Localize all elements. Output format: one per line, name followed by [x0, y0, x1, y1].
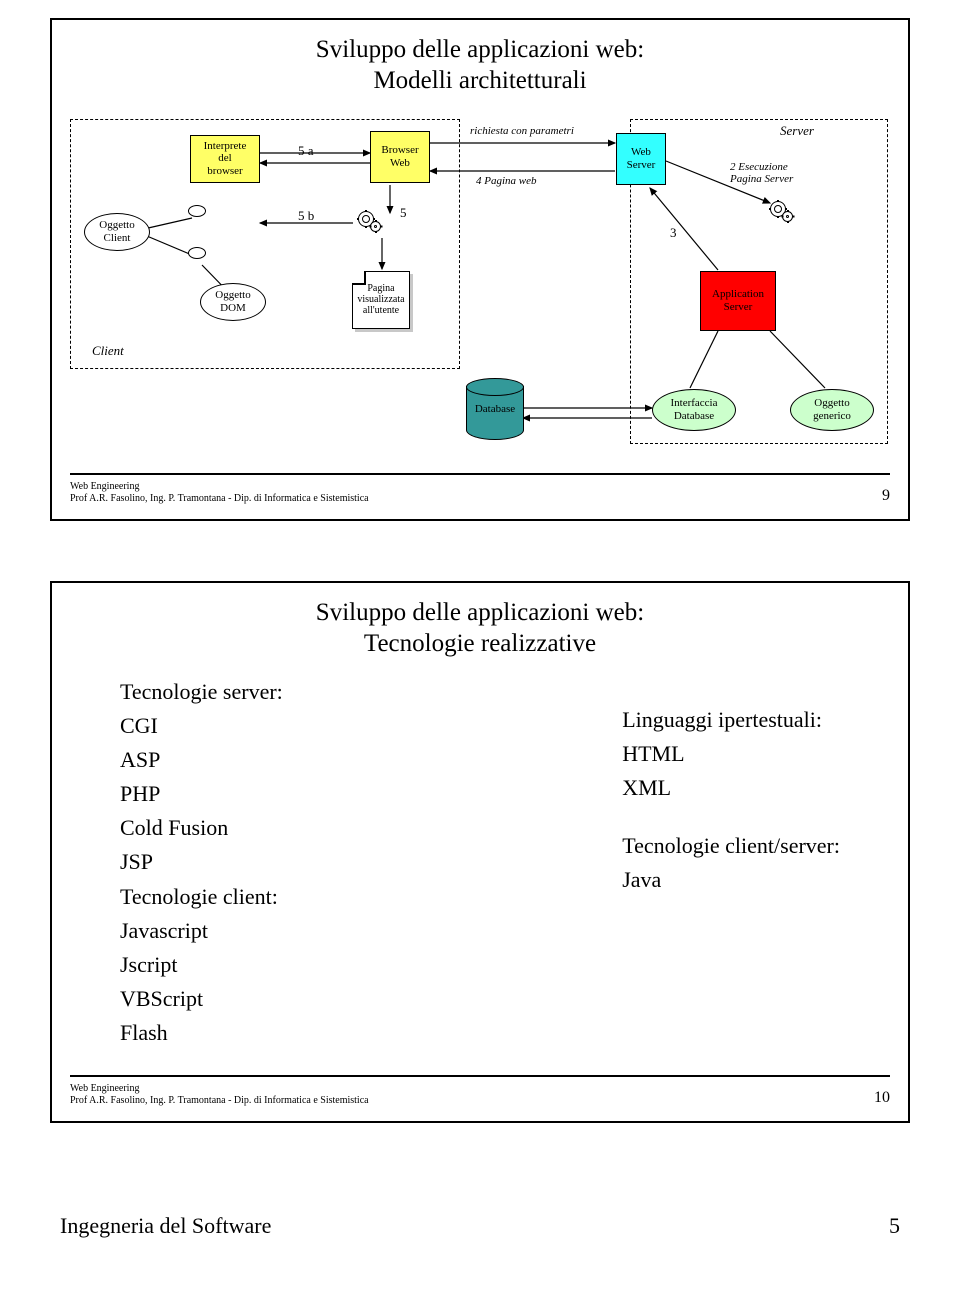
browser-web-box: Browser Web [370, 131, 430, 183]
lang-item: HTML [622, 737, 840, 771]
footer-text-2: Prof A.R. Fasolino, Ing. P. Tramontana -… [70, 1095, 369, 1107]
slide-2: Sviluppo delle applicazioni web: Tecnolo… [50, 581, 910, 1124]
client-item: Jscript [120, 948, 283, 982]
database-icon: Database [466, 378, 524, 440]
lang-item: XML [622, 771, 840, 805]
client-tech-heading: Tecnologie client: [120, 880, 283, 914]
label-5: 5 [400, 205, 407, 221]
interprete-browser-box: Interprete del browser [190, 135, 260, 183]
slide1-title: Sviluppo delle applicazioni web: Modelli… [70, 34, 890, 97]
slide2-footer: Web Engineering Prof A.R. Fasolino, Ing.… [70, 1083, 890, 1107]
server-item: CGI [120, 709, 283, 743]
slide2-body: Tecnologie server: CGI ASP PHP Cold Fusi… [70, 675, 890, 1065]
slide-1: Sviluppo delle applicazioni web: Modelli… [50, 18, 910, 521]
client-label: Client [92, 343, 124, 359]
slide1-footer: Web Engineering Prof A.R. Fasolino, Ing.… [70, 481, 890, 505]
title-line-1: Sviluppo delle applicazioni web: [316, 36, 644, 63]
langs-heading: Linguaggi ipertestuali: [622, 703, 840, 737]
label-5a: 5 a [298, 143, 314, 159]
gears-icon-right [770, 201, 798, 223]
database-label: Database [475, 403, 515, 415]
server-item: ASP [120, 743, 283, 777]
footer-text-1: Web Engineering [70, 1083, 369, 1095]
client-item: VBScript [120, 982, 283, 1016]
cs-heading: Tecnologie client/server: [622, 829, 840, 863]
page-footer: Ingegneria del Software 5 [30, 1183, 930, 1239]
footer-text-2: Prof A.R. Fasolino, Ing. P. Tramontana -… [70, 493, 369, 505]
cs-item: Java [622, 863, 840, 897]
oggetto-dom-ellipse: Oggetto DOM [200, 283, 266, 321]
pagina-visualizzata-doc: Pagina visualizzata all'utente [352, 271, 410, 329]
interfaccia-db-ellipse: Interfaccia Database [652, 389, 736, 431]
interprete-sm-ellipse-2 [188, 247, 206, 259]
label-5b: 5 b [298, 208, 314, 224]
right-column: Linguaggi ipertestuali: HTML XML Tecnolo… [622, 675, 840, 1055]
page-footer-right: 5 [889, 1213, 900, 1239]
slide1-page-number: 9 [882, 487, 890, 505]
oggetto-client-ellipse: Oggetto Client [84, 213, 150, 251]
server-label: Server [780, 123, 814, 139]
server-item: JSP [120, 845, 283, 879]
title-line-1: Sviluppo delle applicazioni web: [316, 599, 644, 626]
title-line-2: Tecnologie realizzative [364, 630, 596, 657]
client-item: Javascript [120, 914, 283, 948]
web-server-box: Web Server [616, 133, 666, 185]
gears-icon-left [358, 211, 386, 233]
title-line-2: Modelli architetturali [373, 67, 586, 94]
pagina-visualizzata-label: Pagina visualizzata all'utente [357, 283, 404, 316]
richiesta-label: richiesta con parametri [470, 125, 574, 137]
architecture-diagram: Interprete del browser Browser Web Web S… [70, 113, 890, 463]
label-3: 3 [670, 225, 677, 241]
slide2-title: Sviluppo delle applicazioni web: Tecnolo… [70, 597, 890, 660]
server-item: PHP [120, 777, 283, 811]
slide2-page-number: 10 [874, 1089, 890, 1107]
footer-text-1: Web Engineering [70, 481, 369, 493]
left-column: Tecnologie server: CGI ASP PHP Cold Fusi… [120, 675, 283, 1055]
page-footer-left: Ingegneria del Software [60, 1213, 271, 1239]
interprete-sm-ellipse-1 [188, 205, 206, 217]
oggetto-generico-ellipse: Oggetto generico [790, 389, 874, 431]
client-item: Flash [120, 1016, 283, 1050]
server-item: Cold Fusion [120, 811, 283, 845]
server-tech-heading: Tecnologie server: [120, 675, 283, 709]
exec-label: 2 Esecuzione Pagina Server [730, 161, 793, 185]
slide1-divider [70, 473, 890, 475]
app-server-box: Application Server [700, 271, 776, 331]
slide2-divider [70, 1075, 890, 1077]
pagina-web-label: 4 Pagina web [476, 175, 537, 187]
